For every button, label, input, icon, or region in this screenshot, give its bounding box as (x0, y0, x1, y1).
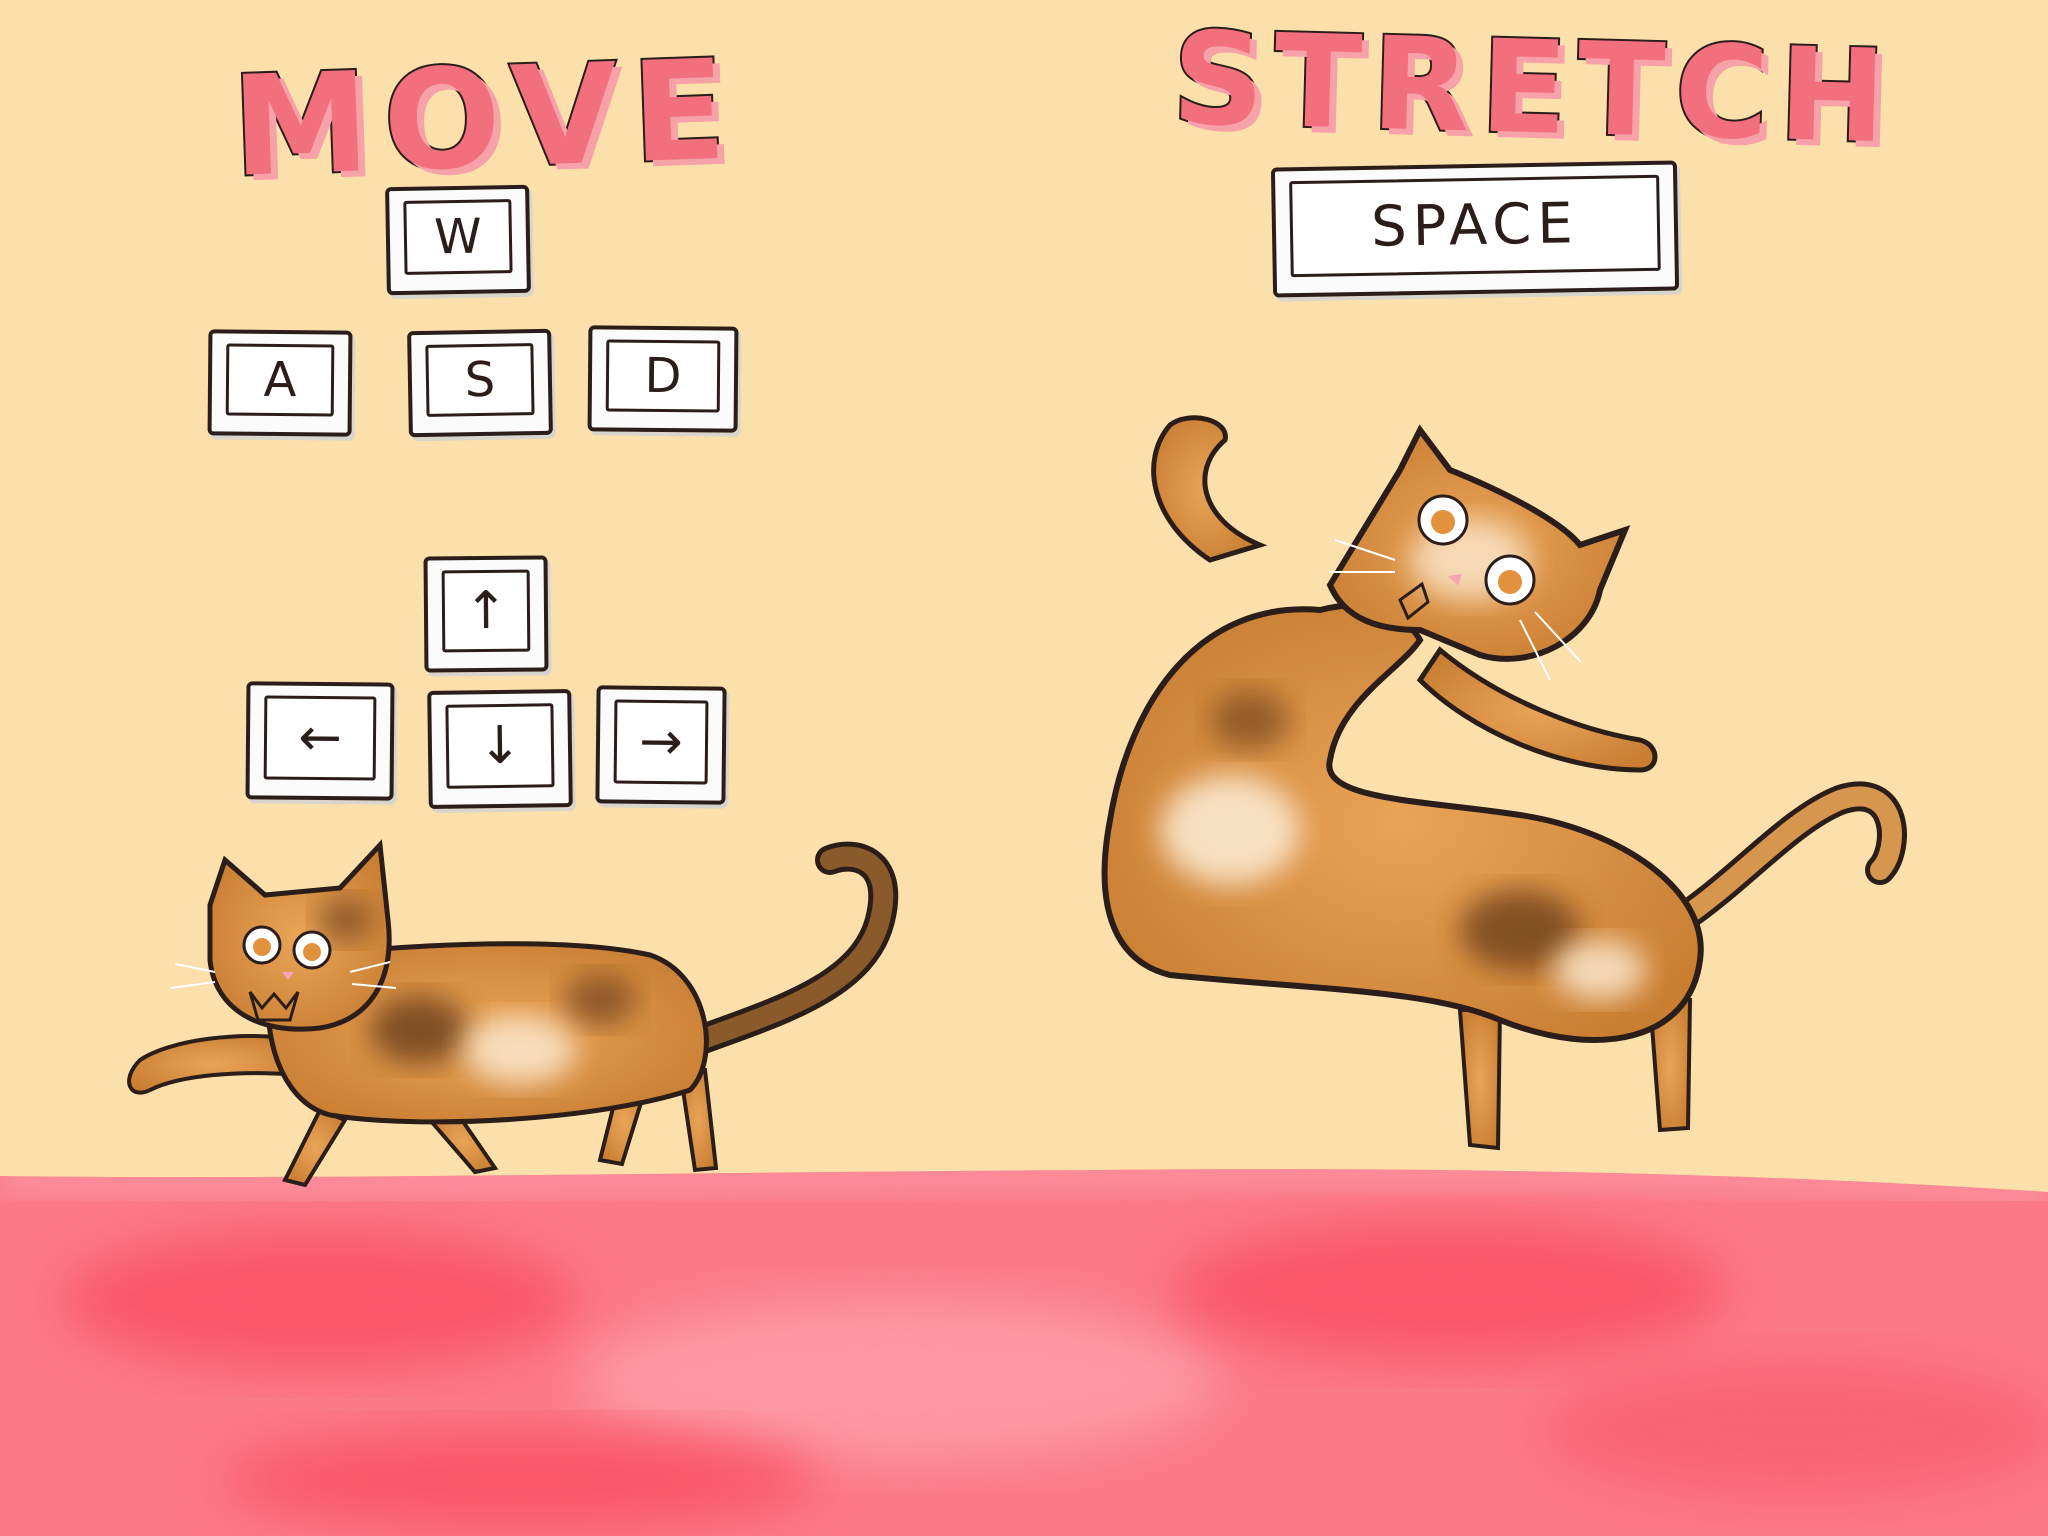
key-s-label: S (464, 351, 496, 409)
key-s[interactable]: S (407, 328, 553, 438)
floor (0, 1169, 2048, 1536)
key-a-label: A (263, 351, 297, 409)
key-a[interactable]: A (207, 329, 353, 437)
key-w[interactable]: W (385, 184, 531, 296)
key-w-label: W (433, 208, 483, 266)
arrow-left-icon: ← (297, 707, 343, 769)
move-title: MOVE (227, 27, 744, 210)
stretch-title: STRETCH (1168, 3, 1900, 175)
key-arrow-right[interactable]: → (595, 685, 727, 805)
arrow-up-icon: ↑ (463, 580, 509, 642)
calico-cat-stretching-icon (1101, 415, 1907, 1151)
key-arrow-left[interactable]: ← (245, 681, 395, 801)
key-d[interactable]: D (587, 325, 739, 433)
key-d-label: D (644, 347, 682, 405)
calico-cat-walking-icon (127, 839, 899, 1188)
key-space-label: SPACE (1370, 191, 1580, 260)
key-space[interactable]: SPACE (1270, 160, 1680, 298)
arrow-right-icon: → (638, 711, 684, 773)
arrow-down-icon: ↓ (477, 715, 523, 777)
key-arrow-up[interactable]: ↑ (423, 555, 549, 673)
key-arrow-down[interactable]: ↓ (427, 689, 573, 809)
